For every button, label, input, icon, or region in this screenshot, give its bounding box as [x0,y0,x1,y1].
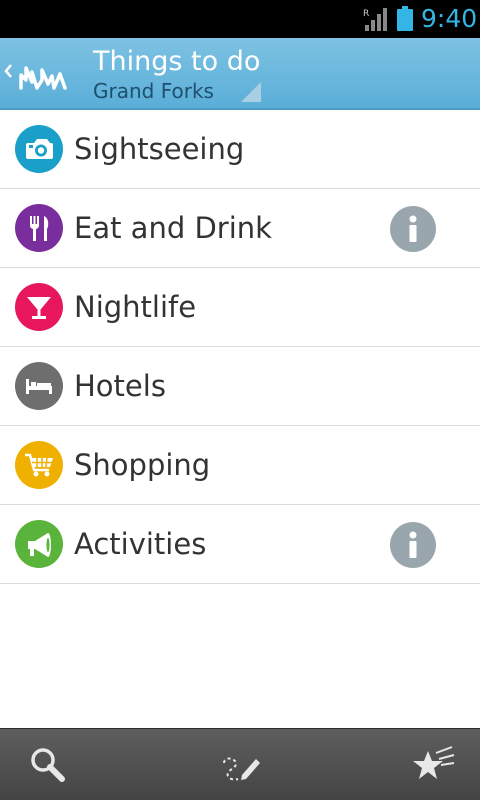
spinner-triangle-icon[interactable] [241,82,261,102]
cocktail-icon [15,283,63,331]
megaphone-icon [15,520,63,568]
page-title[interactable]: Things to do [93,46,260,77]
app-logo-icon[interactable] [4,58,74,98]
camera-icon [15,125,63,173]
status-bar: R 9:40 [0,0,480,38]
battery-icon [397,6,413,31]
fork-knife-icon [15,204,63,252]
clock: 9:40 [421,4,478,33]
list-item-sightseeing[interactable]: Sightseeing [0,110,480,189]
search-icon[interactable] [26,743,70,787]
list-item-label: Nightlife [74,290,197,324]
shopping-cart-icon [15,441,63,489]
list-item-label: Eat and Drink [74,211,272,245]
list-item-eat-and-drink[interactable]: Eat and Drink [0,189,480,268]
list-item-label: Hotels [74,369,166,403]
list-item-activities[interactable]: Activities [0,505,480,584]
action-bar: Things to do Grand Forks [0,38,480,110]
list-item-nightlife[interactable]: Nightlife [0,268,480,347]
list-item-label: Activities [74,527,207,561]
info-icon[interactable] [390,522,436,568]
info-icon[interactable] [390,206,436,252]
list-item-label: Shopping [74,448,211,482]
list-item-hotels[interactable]: Hotels [0,347,480,426]
roaming-indicator: R [363,9,369,19]
list-item-shopping[interactable]: Shopping [0,426,480,505]
list-item-label: Sightseeing [74,132,245,166]
bottom-toolbar [0,728,480,800]
category-list: Sightseeing Eat and Drink Nightlife Hote… [0,110,480,584]
location-subtitle[interactable]: Grand Forks [93,79,214,103]
draw-route-icon[interactable] [218,743,262,787]
favorites-star-icon[interactable] [412,743,456,787]
bed-icon [15,362,63,410]
signal-icon: R [363,8,387,31]
